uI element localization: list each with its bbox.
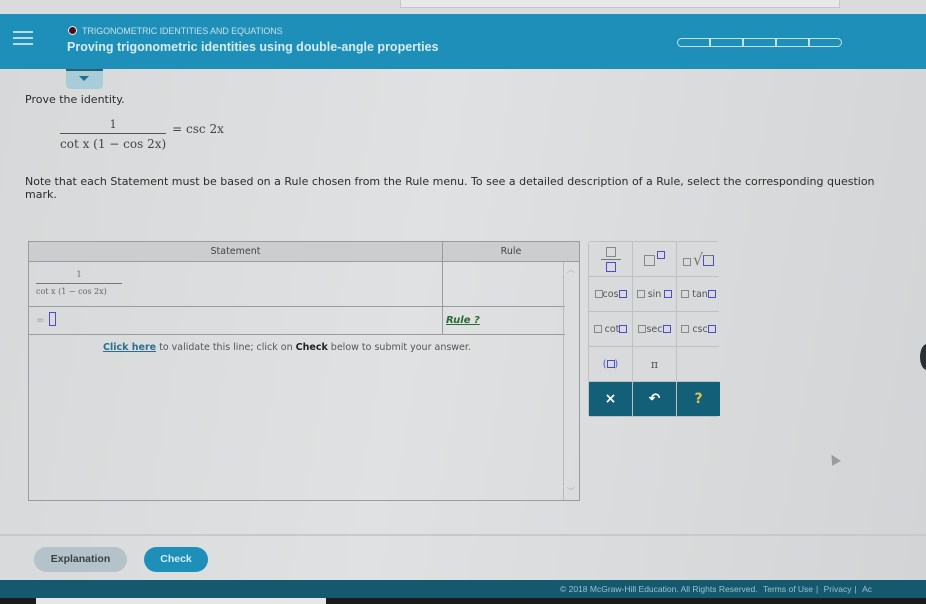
table-body: 1 cot x (1 − cos 2x) = Rule ? Click here… [29,262,579,500]
rule-cell: Rule ? [443,307,565,334]
tan-label: tan [692,288,708,300]
identity-denominator: cot x (1 − cos 2x) [60,133,167,151]
csc-label: csc [692,323,708,335]
scroll-up-icon[interactable]: ︿ [566,266,576,274]
equals-sign: = [36,315,45,326]
rule-cell [443,262,565,306]
fraction-icon [600,246,621,272]
topic-label: TRIGONOMETRIC IDENTITIES AND EQUATIONS [68,26,283,36]
validate-check-bold: Check [295,342,328,353]
undo-icon: ↶ [648,391,661,407]
progress-segment [776,38,809,47]
cos-label: cos [602,288,619,300]
accessibility-link[interactable]: Ac [862,584,872,594]
sin-button[interactable]: sin [633,277,676,311]
footer-divider [0,534,926,536]
identity-numerator: 1 [109,118,117,131]
statement-fraction: 1 cot x (1 − cos 2x) [36,270,122,296]
privacy-link[interactable]: Privacy [824,584,852,594]
sec-button[interactable]: sec [633,312,676,346]
progress-bar [677,38,842,47]
mouse-cursor-icon [827,452,841,466]
side-tab[interactable] [920,344,926,370]
copyright-text: © 2018 McGraw-Hill Education. All Rights… [560,584,758,594]
statement-numerator: 1 [76,270,82,279]
parentheses-icon: () [602,358,619,370]
close-icon: × [604,391,617,407]
table-header: Statement Rule [29,242,579,262]
question-mark-icon: ? [694,391,703,407]
exponent-icon [644,250,665,268]
collapse-toggle-chevron-down-icon[interactable] [66,69,103,89]
proof-table: Statement Rule 1 cot x (1 − cos 2x) = Ru… [28,241,580,501]
browser-chrome [0,0,926,14]
page-footer: © 2018 McGraw-Hill Education. All Rights… [0,580,926,598]
statement-input[interactable] [49,312,57,326]
validate-line-text: Click here to validate this line; click … [103,342,471,353]
empty-palette-cell [677,347,720,381]
sin-label: sin [647,288,662,300]
address-bar[interactable] [400,0,840,8]
cot-label: cot [604,323,620,335]
rule-header: Rule [500,246,522,257]
page: TRIGONOMETRIC IDENTITIES AND EQUATIONS P… [0,14,926,598]
scroll-down-icon[interactable]: ﹀ [566,488,576,496]
clear-button[interactable]: × [589,382,632,416]
statement-cell: 1 cot x (1 − cos 2x) [29,262,443,306]
fraction-button[interactable] [589,242,632,276]
terms-link[interactable]: Terms of Use [763,584,813,594]
table-row: 1 cot x (1 − cos 2x) [29,262,565,307]
exponent-button[interactable] [633,242,676,276]
rule-menu-link[interactable]: Rule ? [446,315,480,326]
hamburger-menu-icon[interactable] [13,31,33,47]
root-icon: √ [682,250,715,269]
sec-label: sec [646,323,663,335]
progress-segment [809,38,842,47]
table-scrollbar[interactable]: ︿ ﹀ [563,262,579,500]
progress-segment [710,38,743,47]
table-row: = Rule ? [29,307,565,335]
pi-button[interactable]: π [633,347,676,381]
math-palette: √ cos sin tan cot sec csc () π × ↶ ? [588,241,720,417]
instructions-note: Note that each Statement must be based o… [25,175,875,201]
identity-fraction: 1 cot x (1 − cos 2x) [60,118,167,151]
csc-button[interactable]: csc [677,312,720,346]
statement-header: Statement [29,242,443,261]
undo-button[interactable]: ↶ [633,382,676,416]
problem-prompt: Prove the identity. [25,93,125,106]
help-button[interactable]: ? [677,382,720,416]
lesson-header: TRIGONOMETRIC IDENTITIES AND EQUATIONS P… [0,14,926,69]
validate-link[interactable]: Click here [103,342,156,353]
pi-label: π [650,357,659,371]
progress-segment [677,38,710,47]
tan-button[interactable]: tan [677,277,720,311]
validate-text: to validate this line; click on [156,342,296,353]
taskbar [0,598,926,604]
progress-segment [743,38,776,47]
statement-denominator: cot x (1 − cos 2x) [36,283,122,296]
nth-root-button[interactable]: √ [677,242,720,276]
identity-rhs: = csc 2x [172,121,224,136]
statement-cell[interactable]: = [29,307,443,334]
cos-button[interactable]: cos [589,277,632,311]
cot-button[interactable]: cot [589,312,632,346]
identity-expression: 1 cot x (1 − cos 2x) = csc 2x [60,118,224,151]
topic-text: TRIGONOMETRIC IDENTITIES AND EQUATIONS [82,26,283,36]
parentheses-button[interactable]: () [589,347,632,381]
check-button[interactable]: Check [144,547,208,572]
explanation-button[interactable]: Explanation [34,547,127,572]
taskbar-window[interactable] [36,598,326,604]
topic-status-dot-icon [68,26,77,35]
lesson-title: Proving trigonometric identities using d… [67,40,439,54]
validate-text-end: below to submit your answer. [327,342,471,353]
